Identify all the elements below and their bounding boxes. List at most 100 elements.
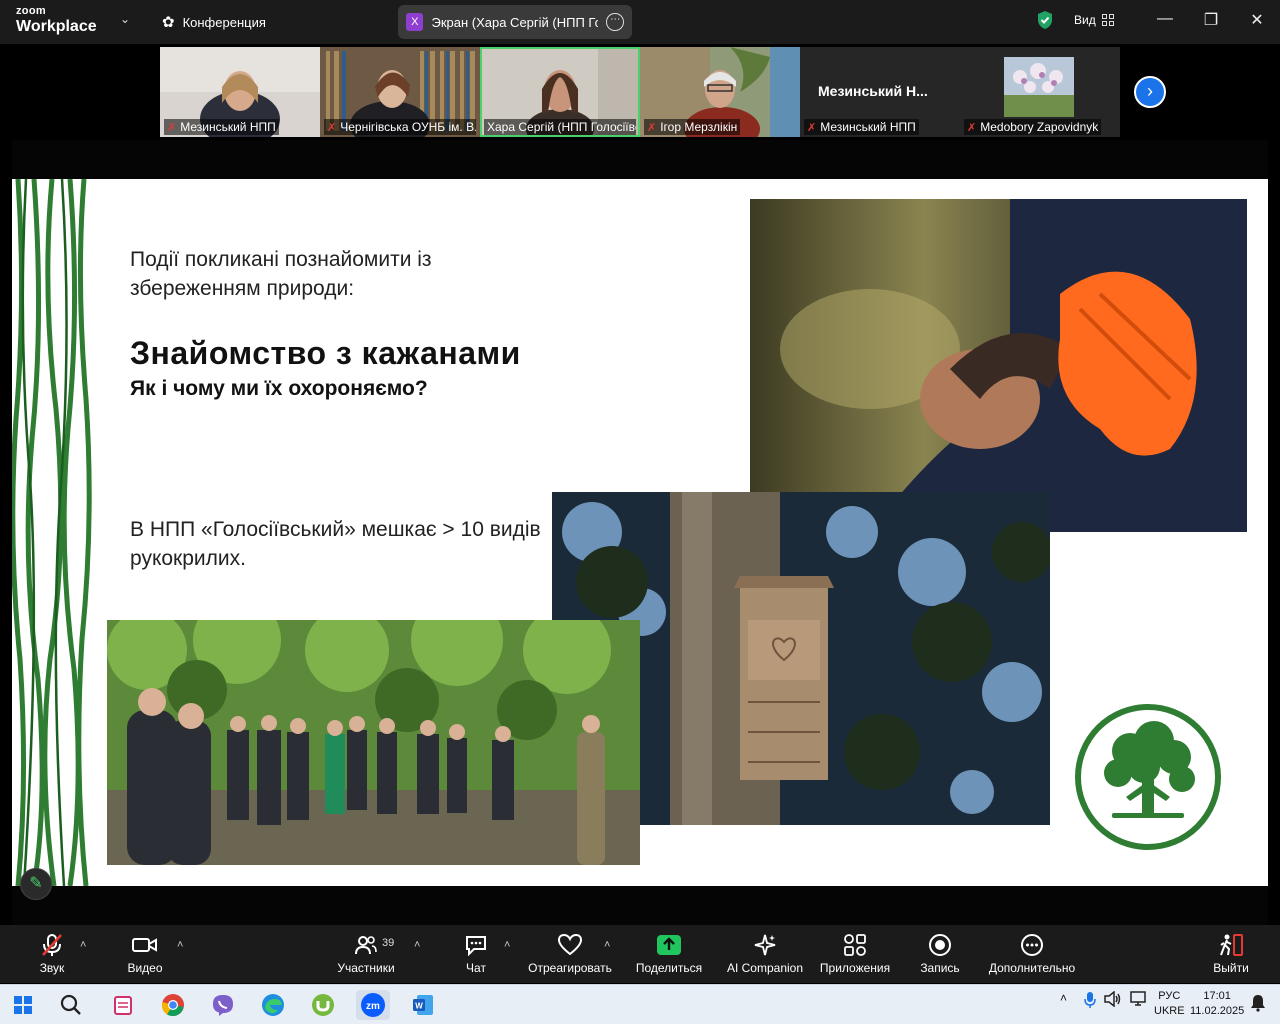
more-button[interactable]: Дополнительно (984, 931, 1080, 975)
close-icon[interactable]: ✕ (1247, 10, 1267, 30)
search-icon[interactable] (56, 990, 86, 1020)
microphone-tray-icon[interactable] (1084, 991, 1096, 1012)
show-hidden-icons-chevron-icon[interactable]: ˄ (1060, 991, 1067, 1005)
participant-tile[interactable]: ✗ Мезинський НПП (160, 47, 320, 137)
share-button[interactable]: Поделиться (632, 931, 706, 975)
participant-name-tag: Хара Сергій (НПП Голосіївський) (484, 119, 636, 135)
video-label: Видео (127, 961, 163, 975)
participants-options-caret-icon[interactable]: ˄ (414, 939, 420, 951)
chevron-down-icon[interactable]: ⌄ (120, 12, 130, 26)
mic-muted-icon: ✗ (967, 121, 977, 134)
participant-name: Ігор Мерзлікін (660, 120, 738, 134)
record-button[interactable]: Запись (916, 931, 964, 975)
conference-tab[interactable]: ✿ Конференция (162, 13, 266, 31)
more-dots-icon (984, 931, 1080, 959)
system-clock[interactable]: 17:01 11.02.2025 (1190, 989, 1244, 1019)
next-participants-button[interactable]: › (1134, 76, 1166, 108)
react-options-caret-icon[interactable]: ˄ (604, 939, 610, 951)
paw-icon: ✿ (162, 14, 175, 31)
more-label: Дополнительно (988, 961, 1076, 975)
participant-tile-active-speaker[interactable]: Хара Сергій (НПП Голосіївський) (480, 47, 640, 137)
more-options-icon[interactable]: ⋯ (606, 13, 624, 31)
speaker-icon[interactable] (1104, 990, 1122, 1010)
utorrent-icon[interactable] (308, 990, 338, 1020)
slide-fact-text: В НПП «Голосіївський» мешкає > 10 видів … (130, 518, 541, 570)
participant-name: Мезинський НПП (180, 120, 276, 134)
participant-tile[interactable]: ✗ Чернігівська ОУНБ ім. В. Короленка (320, 47, 480, 137)
participant-name: Чернігівська ОУНБ ім. В. Короленка (340, 120, 476, 134)
mic-muted-icon: ✗ (327, 121, 337, 134)
meeting-toolbar: Звук ˄ Видео ˄ Участники 39 ˄ Чат ˄ Отре… (0, 925, 1280, 983)
participant-name: Medobory Zapovidnyk (980, 120, 1099, 134)
participant-name-tag: ✗ Мезинський НПП (804, 119, 919, 135)
network-icon[interactable] (1130, 991, 1148, 1010)
screen-tab-label: Экран (Хара Сергій (НПП Голосіївський)) (431, 14, 599, 30)
share-screen-icon (632, 931, 706, 959)
share-label: Поделиться (635, 961, 703, 975)
participants-count: 39 (382, 937, 395, 949)
bat-in-hand-photo (750, 199, 1247, 532)
apps-label: Приложения (819, 961, 891, 975)
participant-tile[interactable]: ✗ Ігор Мерзлікін (640, 47, 800, 137)
zoom-workplace-logo[interactable]: zoom Workplace (16, 6, 97, 35)
ai-companion-label: AI Companion (726, 961, 804, 975)
windows-start-icon[interactable] (8, 990, 38, 1020)
slide-intro-text: Події покликані познайомити із збереженн… (130, 248, 432, 300)
react-button[interactable]: Отреагировать (526, 931, 614, 975)
screen-share-tab[interactable]: X Экран (Хара Сергій (НПП Голосіївський)… (398, 5, 632, 39)
view-label: Вид (1074, 13, 1096, 27)
chat-bubble-icon (456, 931, 496, 959)
audio-button[interactable]: Звук (30, 931, 74, 975)
leave-label: Выйти (1213, 961, 1249, 975)
park-oak-logo (1075, 704, 1221, 850)
grid-view-icon (1101, 14, 1114, 26)
chat-options-caret-icon[interactable]: ˄ (504, 939, 510, 951)
audio-label: Звук (39, 961, 65, 975)
edge-icon[interactable] (258, 990, 288, 1020)
conference-label: Конференция (182, 14, 266, 30)
slide-subheading: Як і чому ми їх охороняємо? (130, 377, 428, 400)
chat-button[interactable]: Чат (456, 931, 496, 975)
participant-name: Мезинський НПП (820, 120, 916, 134)
apps-icon (816, 931, 894, 959)
forest-group-photo (107, 620, 640, 865)
chrome-icon[interactable] (158, 990, 188, 1020)
audio-options-caret-icon[interactable]: ˄ (80, 939, 86, 951)
sparkle-icon (722, 931, 808, 959)
mic-muted-icon: ✗ (807, 121, 817, 134)
view-button[interactable]: Вид (1074, 13, 1114, 27)
mic-muted-icon: ✗ (647, 121, 657, 134)
leave-button[interactable]: Выйти (1208, 931, 1254, 975)
video-button[interactable]: Видео (120, 931, 170, 975)
minimize-icon[interactable]: — (1155, 10, 1175, 28)
ai-companion-button[interactable]: AI Companion (722, 931, 808, 975)
heart-icon (526, 931, 614, 959)
participants-label: Участники (337, 961, 395, 975)
input-language-indicator[interactable]: РУС UKRE (1154, 989, 1185, 1019)
participant-video-off-name: Мезинський Н... (818, 83, 928, 99)
participant-name-tag: ✗ Чернігівська ОУНБ ім. В. Короленка (324, 119, 476, 135)
viber-icon[interactable] (208, 990, 238, 1020)
zoom-window: zoom Workplace ⌄ ✿ Конференция X Экран (… (0, 0, 1280, 1024)
chevron-right-icon: › (1147, 81, 1153, 101)
participant-tile[interactable]: Мезинський Н... ✗ Мезинський НПП (800, 47, 960, 137)
participant-video-strip: ✗ Мезинський НПП ✗ Чернігівська ОУНБ ім.… (160, 47, 1120, 137)
word-icon[interactable]: W (408, 990, 438, 1020)
participant-tile[interactable]: ✗ Medobory Zapovidnyk (960, 47, 1120, 137)
apps-button[interactable]: Приложения (816, 931, 894, 975)
annotate-pencil-button[interactable]: ✎ (20, 868, 52, 900)
record-label: Запись (920, 961, 960, 975)
restore-icon[interactable]: ❐ (1201, 10, 1221, 30)
security-shield-icon[interactable] (1036, 10, 1054, 30)
mic-muted-icon (30, 931, 74, 959)
zoom-app-icon[interactable]: zm (356, 990, 390, 1020)
participant-name-tag: ✗ Medobory Zapovidnyk (964, 119, 1102, 135)
notes-app-icon[interactable] (108, 990, 138, 1020)
brand-small-text: zoom (16, 5, 46, 17)
participant-name-tag: ✗ Мезинський НПП (164, 119, 279, 135)
slide-heading: Знайомство з кажанами (130, 335, 521, 371)
zoom-app-label: zm (366, 1001, 380, 1012)
notification-bell-icon[interactable] (1250, 994, 1266, 1015)
video-options-caret-icon[interactable]: ˄ (177, 939, 183, 951)
record-icon (916, 931, 964, 959)
